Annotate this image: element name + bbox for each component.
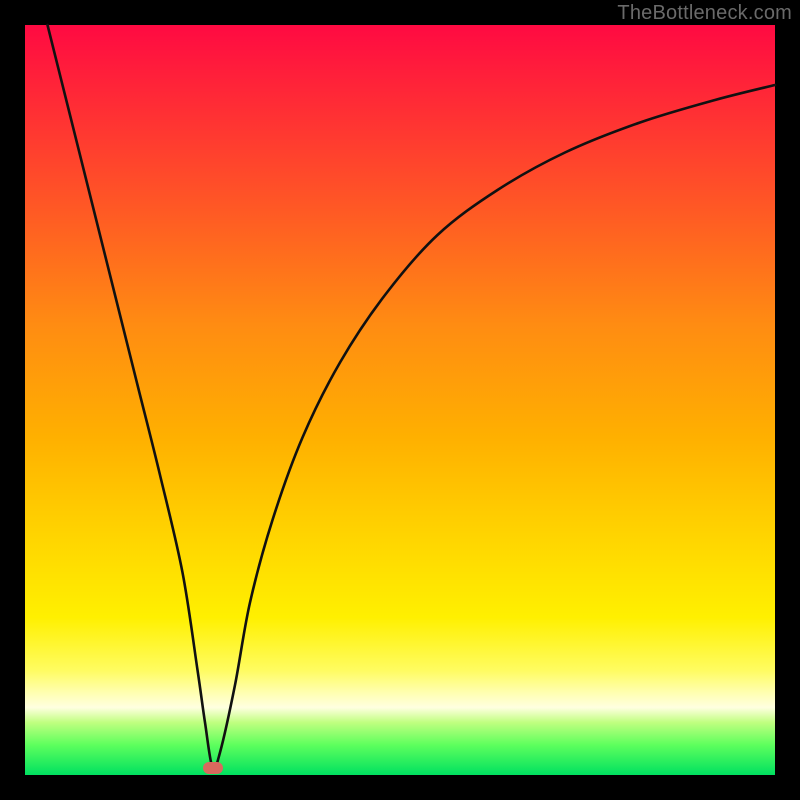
bottleneck-curve [25, 25, 775, 775]
watermark-text: TheBottleneck.com [617, 2, 792, 25]
plot-area [25, 25, 775, 775]
chart-frame: TheBottleneck.com [0, 0, 800, 800]
minimum-marker [203, 762, 223, 774]
